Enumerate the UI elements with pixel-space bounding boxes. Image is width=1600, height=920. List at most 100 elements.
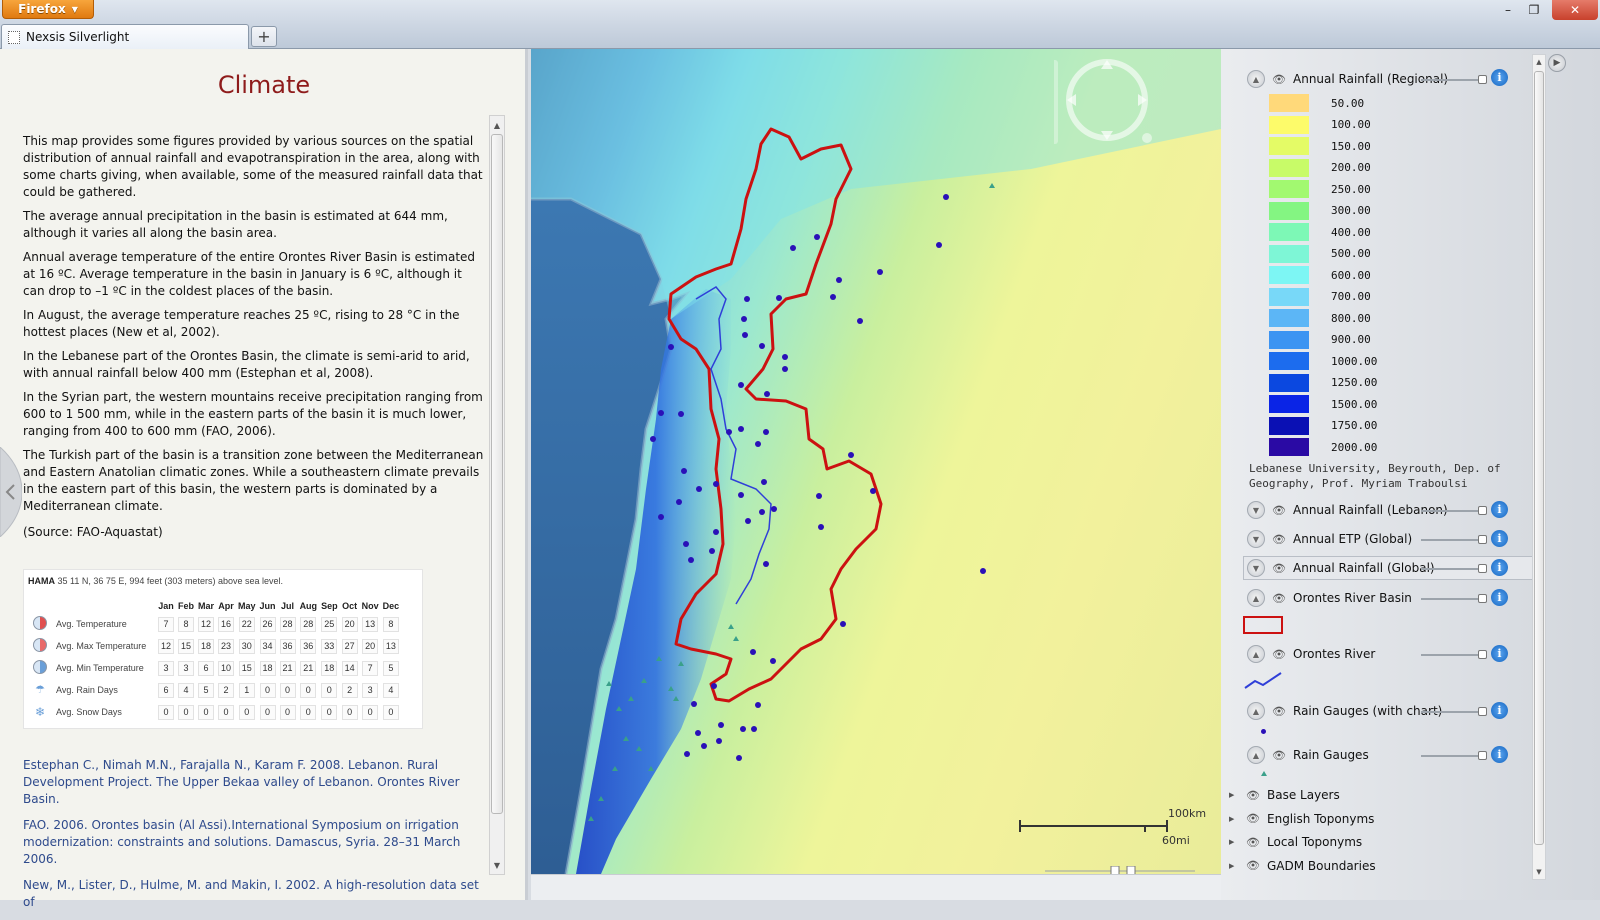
- expand-triangle-icon[interactable]: ▶: [1229, 838, 1239, 846]
- collapse-chevron-icon[interactable]: ▲: [1247, 746, 1265, 764]
- rain-gauge-marker[interactable]: [658, 410, 664, 416]
- minimize-button[interactable]: –: [1496, 0, 1520, 20]
- expand-triangle-icon[interactable]: ▶: [1229, 862, 1239, 870]
- info-icon[interactable]: i: [1491, 645, 1508, 662]
- rain-gauge-marker[interactable]: [738, 382, 744, 388]
- firefox-menu-button[interactable]: Firefox ▼: [2, 0, 94, 19]
- rain-gauge-marker[interactable]: [711, 683, 717, 689]
- visibility-eye-icon[interactable]: 👁: [1271, 591, 1287, 605]
- opacity-slider[interactable]: [1421, 564, 1487, 573]
- layer-group[interactable]: ▶ 👁 GADM Boundaries: [1229, 856, 1376, 876]
- scroll-down-arrow-icon[interactable]: ▼: [1533, 865, 1545, 879]
- rain-gauge-marker[interactable]: [744, 296, 750, 302]
- rain-gauge-marker[interactable]: [681, 468, 687, 474]
- rain-gauge-marker[interactable]: [763, 429, 769, 435]
- visibility-eye-icon[interactable]: 👁: [1245, 788, 1261, 802]
- scroll-up-arrow-icon[interactable]: ▲: [490, 117, 504, 133]
- rain-gauge-marker[interactable]: [716, 738, 722, 744]
- rain-gauge-marker[interactable]: [936, 242, 942, 248]
- visibility-eye-icon[interactable]: 👁: [1271, 532, 1287, 546]
- rain-gauge-marker[interactable]: [814, 234, 820, 240]
- opacity-slider[interactable]: [1421, 506, 1487, 515]
- rain-gauge-triangle-marker[interactable]: [728, 624, 734, 629]
- new-tab-button[interactable]: +: [251, 26, 277, 47]
- rain-gauge-marker[interactable]: [740, 726, 746, 732]
- rain-gauge-triangle-marker[interactable]: [606, 681, 612, 686]
- expand-triangle-icon[interactable]: ▶: [1229, 791, 1239, 799]
- rain-gauge-marker[interactable]: [695, 730, 701, 736]
- layer-panel-scrollbar[interactable]: ▲ ▼: [1532, 54, 1546, 880]
- rain-gauge-triangle-marker[interactable]: [989, 183, 995, 188]
- rain-gauge-marker[interactable]: [713, 481, 719, 487]
- collapse-chevron-icon[interactable]: ▲: [1247, 645, 1265, 663]
- opacity-slider[interactable]: [1421, 751, 1487, 760]
- rain-gauge-marker[interactable]: [684, 751, 690, 757]
- rain-gauge-marker[interactable]: [770, 658, 776, 664]
- rain-gauge-marker[interactable]: [782, 366, 788, 372]
- rain-gauge-marker[interactable]: [759, 509, 765, 515]
- rain-gauge-marker[interactable]: [818, 524, 824, 530]
- rain-gauge-marker[interactable]: [943, 194, 949, 200]
- rain-gauge-marker[interactable]: [870, 488, 876, 494]
- info-icon[interactable]: i: [1491, 746, 1508, 763]
- rain-gauge-marker[interactable]: [761, 479, 767, 485]
- rain-gauge-marker[interactable]: [763, 561, 769, 567]
- info-icon[interactable]: i: [1491, 530, 1508, 547]
- opacity-slider[interactable]: [1421, 707, 1487, 716]
- info-icon[interactable]: i: [1491, 69, 1508, 86]
- layer-group[interactable]: ▶ 👁 Local Toponyms: [1229, 832, 1362, 852]
- rain-gauge-marker[interactable]: [741, 316, 747, 322]
- collapse-chevron-icon[interactable]: ▲: [1247, 702, 1265, 720]
- restore-button[interactable]: ❐: [1522, 0, 1546, 20]
- rain-gauge-marker[interactable]: [771, 506, 777, 512]
- rain-gauge-marker[interactable]: [790, 245, 796, 251]
- scroll-thumb[interactable]: [491, 134, 503, 814]
- info-icon[interactable]: i: [1491, 702, 1508, 719]
- rain-gauge-marker[interactable]: [696, 486, 702, 492]
- scroll-up-arrow-icon[interactable]: ▲: [1533, 55, 1545, 69]
- rain-gauge-marker[interactable]: [764, 391, 770, 397]
- rain-gauge-marker[interactable]: [688, 557, 694, 563]
- opacity-slider[interactable]: [1421, 650, 1487, 659]
- panel-toggle-chevron-icon[interactable]: ▶: [1548, 54, 1566, 72]
- rain-gauge-marker[interactable]: [751, 726, 757, 732]
- info-icon[interactable]: i: [1491, 589, 1508, 606]
- rain-gauge-marker[interactable]: [650, 436, 656, 442]
- rain-gauge-marker[interactable]: [830, 294, 836, 300]
- rain-gauge-marker[interactable]: [726, 429, 732, 435]
- rain-gauge-marker[interactable]: [776, 295, 782, 301]
- map-navigation-control[interactable]: [1054, 56, 1174, 152]
- rain-gauge-marker[interactable]: [676, 499, 682, 505]
- collapse-chevron-icon[interactable]: ▲: [1247, 589, 1265, 607]
- rain-gauge-marker[interactable]: [678, 411, 684, 417]
- visibility-eye-icon[interactable]: 👁: [1271, 704, 1287, 718]
- close-window-button[interactable]: ✕: [1552, 0, 1598, 20]
- rain-gauge-marker[interactable]: [701, 743, 707, 749]
- info-panel-scrollbar[interactable]: ▲ ▼: [489, 115, 505, 875]
- reference-link[interactable]: Estephan C., Nimah M.N., Farajalla N., K…: [23, 757, 485, 808]
- rain-gauge-marker[interactable]: [742, 332, 748, 338]
- expand-chevron-icon[interactable]: ▼: [1247, 559, 1265, 577]
- expand-chevron-icon[interactable]: ▼: [1247, 501, 1265, 519]
- rain-gauge-marker[interactable]: [658, 514, 664, 520]
- rain-gauge-marker[interactable]: [709, 548, 715, 554]
- layer-group[interactable]: ▶ 👁 English Toponyms: [1229, 809, 1374, 829]
- rain-gauge-marker[interactable]: [718, 722, 724, 728]
- opacity-slider[interactable]: [1421, 535, 1487, 544]
- opacity-slider[interactable]: [1421, 594, 1487, 603]
- map-canvas[interactable]: [531, 49, 1221, 874]
- rain-gauge-marker[interactable]: [736, 755, 742, 761]
- rain-gauge-marker[interactable]: [683, 541, 689, 547]
- rain-gauge-marker[interactable]: [840, 621, 846, 627]
- collapse-panel-handle[interactable]: [0, 447, 22, 537]
- visibility-eye-icon[interactable]: 👁: [1245, 859, 1261, 873]
- expand-triangle-icon[interactable]: ▶: [1229, 815, 1239, 823]
- layer-group[interactable]: ▶ 👁 Base Layers: [1229, 785, 1340, 805]
- rain-gauge-marker[interactable]: [691, 701, 697, 707]
- rain-gauge-marker[interactable]: [745, 518, 751, 524]
- browser-tab[interactable]: Nexsis Silverlight: [1, 24, 249, 49]
- collapse-chevron-icon[interactable]: ▲: [1247, 70, 1265, 88]
- rain-gauge-marker[interactable]: [738, 492, 744, 498]
- visibility-eye-icon[interactable]: 👁: [1271, 72, 1287, 86]
- rain-gauge-marker[interactable]: [857, 318, 863, 324]
